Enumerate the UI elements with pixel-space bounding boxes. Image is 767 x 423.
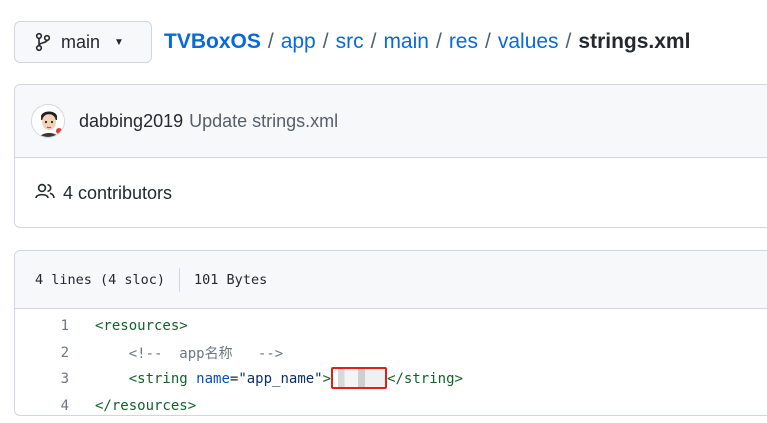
code-line: 2 <!-- app名称 -->	[15, 340, 767, 367]
line-number[interactable]: 1	[15, 318, 69, 334]
code-line: 3 <string name="app_name"> </string>	[15, 366, 767, 393]
code-text: <resources>	[95, 318, 188, 334]
code-string: "app_name"	[238, 371, 323, 388]
redacted-highlight-box	[331, 367, 388, 390]
triangle-down-icon: ▼	[114, 36, 124, 48]
breadcrumb-link-values[interactable]: values	[498, 30, 559, 54]
file-size: 101 Bytes	[194, 271, 268, 288]
people-icon	[35, 182, 63, 205]
code-line: 4 </resources>	[15, 393, 767, 420]
branch-label: main	[61, 31, 101, 52]
git-branch-icon	[35, 32, 51, 52]
code-text: </resources>	[95, 398, 196, 414]
breadcrumb-separator: /	[267, 30, 274, 53]
breadcrumb-separator: /	[322, 30, 329, 53]
commit-author-link[interactable]: dabbing2019	[79, 111, 183, 132]
line-number[interactable]: 3	[15, 371, 69, 387]
latest-commit-box: dabbing2019 Update strings.xml 4 contrib…	[14, 84, 767, 228]
code-attr: name	[196, 371, 230, 388]
breadcrumb-link-res[interactable]: res	[449, 30, 478, 54]
line-number[interactable]: 4	[15, 398, 69, 414]
breadcrumb-repo-link[interactable]: TVBoxOS	[164, 30, 261, 54]
code-tag: >	[322, 371, 332, 388]
breadcrumb: TVBoxOS / app / src / main / res / value…	[164, 30, 690, 54]
avatar[interactable]	[31, 104, 65, 138]
code-text: <!-- app名称 -->	[95, 343, 283, 363]
code-tag: </string>	[387, 371, 463, 388]
breadcrumb-link-src[interactable]: src	[336, 30, 364, 54]
line-number[interactable]: 2	[15, 345, 69, 361]
file-viewer: 4 lines (4 sloc) 101 Bytes 1 <resources>…	[14, 250, 767, 416]
code-line: 1 <resources>	[15, 313, 767, 340]
contributors-count: 4 contributors	[63, 182, 173, 203]
breadcrumb-link-app[interactable]: app	[281, 30, 316, 54]
latest-commit-row: dabbing2019 Update strings.xml	[15, 85, 767, 158]
breadcrumb-current-file: strings.xml	[578, 30, 691, 53]
file-line-count: 4 lines (4 sloc)	[35, 271, 166, 288]
branch-selector-button[interactable]: main ▼	[14, 21, 152, 63]
breadcrumb-link-main[interactable]: main	[383, 30, 429, 54]
code-text: <string name="app_name"> </string>	[95, 367, 463, 390]
breadcrumb-separator: /	[435, 30, 442, 53]
breadcrumb-separator: /	[485, 30, 491, 53]
contributors-row[interactable]: 4 contributors	[15, 158, 767, 228]
code-block: 1 <resources> 2 <!-- app名称 --> 3 <string…	[15, 309, 767, 419]
code-comment: <!-- app名称 -->	[128, 345, 284, 362]
file-info-header: 4 lines (4 sloc) 101 Bytes	[15, 251, 767, 309]
breadcrumb-separator: /	[370, 30, 377, 53]
breadcrumb-separator: /	[565, 30, 572, 53]
file-info-divider	[179, 267, 181, 292]
code-tag: </resources>	[95, 397, 197, 414]
code-tag: <resources>	[95, 318, 188, 335]
code-tag: <string	[128, 371, 188, 388]
commit-message-link[interactable]: Update strings.xml	[189, 111, 338, 132]
